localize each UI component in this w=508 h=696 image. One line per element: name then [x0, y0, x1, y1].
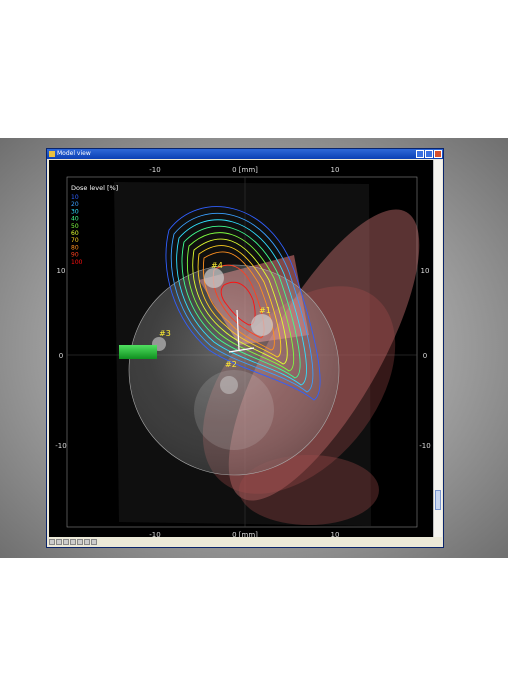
- tool-button[interactable]: [49, 539, 55, 545]
- model-svg: -10 0 [mm] 10 -10 0 [mm] 10 10 0 -10 10 …: [55, 166, 430, 539]
- marker-label-1: #1: [259, 306, 271, 315]
- legend-item-20: 20: [71, 201, 79, 208]
- maximize-button[interactable]: [425, 150, 433, 158]
- tool-button[interactable]: [70, 539, 76, 545]
- legend-item-90: 90: [71, 252, 79, 259]
- right-tick-0: 0: [423, 352, 427, 360]
- marker-label-3: #3: [159, 329, 171, 338]
- right-tick-neg10: -10: [419, 442, 430, 450]
- tool-button[interactable]: [77, 539, 83, 545]
- window-title: Model view: [57, 150, 91, 157]
- minimize-button[interactable]: [416, 150, 424, 158]
- title-bar[interactable]: Model view: [47, 149, 443, 159]
- seed-sphere-1: [251, 314, 273, 336]
- legend-item-50: 50: [71, 223, 79, 230]
- marker-label-4: #4: [211, 261, 223, 270]
- tool-button[interactable]: [56, 539, 62, 545]
- legend-item-60: 60: [71, 230, 79, 237]
- green-needle: [119, 345, 157, 359]
- left-tick-0: 0: [59, 352, 63, 360]
- legend-item-30: 30: [71, 208, 79, 215]
- close-button[interactable]: [434, 150, 442, 158]
- 3d-model-viewport[interactable]: -10 0 [mm] 10 -10 0 [mm] 10 10 0 -10 10 …: [49, 160, 433, 539]
- toolbar-strip: [47, 537, 443, 547]
- legend-item-80: 80: [71, 244, 79, 251]
- left-tick-neg10: -10: [55, 442, 66, 450]
- scrollbar-thumb[interactable]: [435, 490, 441, 510]
- left-tick-10: 10: [57, 267, 66, 275]
- top-tick-0: 0 [mm]: [232, 166, 258, 174]
- top-tick-10: 10: [331, 166, 340, 174]
- legend-item-100: 100: [71, 259, 83, 266]
- app-icon: [49, 150, 55, 157]
- seed-sphere-4: [204, 268, 224, 288]
- top-tick-neg10: -10: [149, 166, 160, 174]
- legend-items: 102030405060708090100: [71, 194, 83, 266]
- tool-button[interactable]: [91, 539, 97, 545]
- right-tick-10: 10: [421, 267, 430, 275]
- marker-label-2: #2: [225, 360, 237, 369]
- tool-button[interactable]: [63, 539, 69, 545]
- legend-item-10: 10: [71, 194, 79, 201]
- tool-button[interactable]: [84, 539, 90, 545]
- vertical-scrollbar[interactable]: [433, 160, 442, 539]
- seed-sphere-2: [220, 376, 238, 394]
- legend-item-70: 70: [71, 237, 79, 244]
- legend-title: Dose level [%]: [71, 184, 118, 192]
- model-view-window[interactable]: Model view -10 0 [mm] 10 -10 0 [mm] 10 1…: [46, 148, 444, 548]
- legend-item-40: 40: [71, 216, 79, 223]
